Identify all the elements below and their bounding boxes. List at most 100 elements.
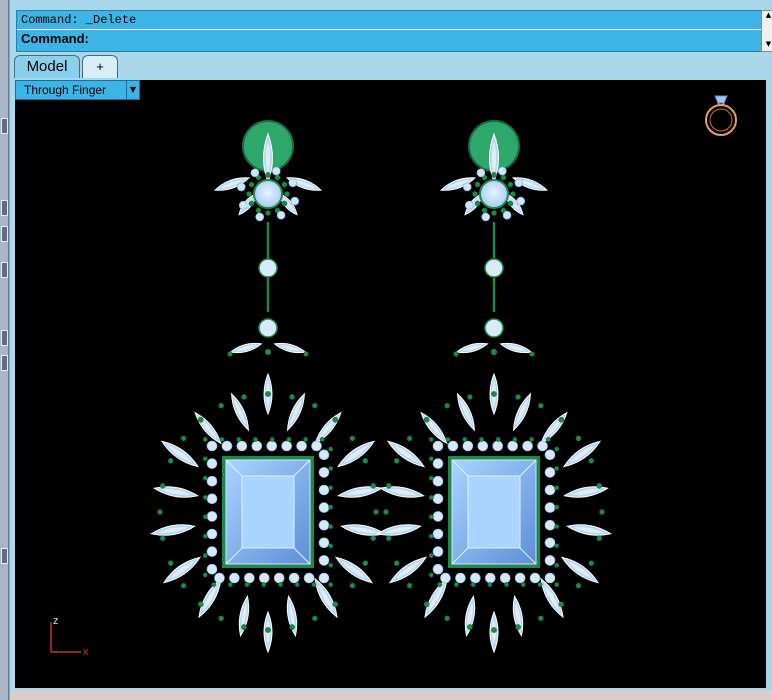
prong-bead <box>362 457 369 464</box>
panel-handle[interactable] <box>1 548 8 564</box>
prong-bead <box>558 416 565 423</box>
halo-stone <box>537 440 548 452</box>
prong-bead <box>328 582 334 588</box>
halo-stone <box>221 440 233 452</box>
accent-stone <box>514 178 524 188</box>
halo-stone <box>206 440 218 452</box>
halo-stone <box>318 467 330 478</box>
prong-bead <box>246 191 252 197</box>
marquise-stone <box>286 392 306 432</box>
prong-bead <box>244 582 250 588</box>
command-area[interactable]: Command: _Delete Command: ▲ ▼ <box>16 10 772 52</box>
prong-bead <box>596 535 603 542</box>
prong-bead <box>444 615 450 622</box>
halo-stone <box>544 449 556 461</box>
prong-bead <box>202 475 208 481</box>
prong-bead <box>159 535 166 542</box>
command-divider <box>17 29 762 30</box>
prong-bead <box>512 436 518 442</box>
prong-bead <box>312 402 318 409</box>
marquise-highlight <box>544 584 560 612</box>
halo-stone <box>522 440 533 452</box>
earring-right <box>376 120 612 654</box>
add-tab-button[interactable]: + <box>82 55 118 78</box>
panel-handle[interactable] <box>1 118 8 134</box>
earring-left <box>150 120 386 654</box>
marquise-stone <box>388 556 428 584</box>
halo-stone <box>251 440 263 452</box>
prong-bead <box>202 514 208 520</box>
panel-handle[interactable] <box>1 355 8 371</box>
prong-bead <box>227 582 233 588</box>
marquise-stone <box>286 594 298 638</box>
prong-bead <box>507 200 514 207</box>
accent-stone <box>271 166 281 176</box>
prong-bead <box>406 582 413 589</box>
prong-bead <box>470 582 476 588</box>
marquise-stone <box>273 342 307 354</box>
tab-model[interactable]: Model <box>14 55 80 78</box>
halo-stone <box>477 440 489 452</box>
prong-bead <box>504 582 509 588</box>
marquise-stone <box>512 594 524 638</box>
marquise-stone <box>376 524 422 536</box>
prong-bead <box>241 624 247 630</box>
prong-bead <box>219 436 225 442</box>
marquise-stone <box>439 177 477 191</box>
marquise-stone <box>340 524 386 536</box>
halo-stone <box>206 475 218 487</box>
axis-z-label: z <box>53 615 59 627</box>
prong-bead <box>328 562 334 568</box>
prong-bead <box>554 543 560 549</box>
scroll-up-icon[interactable]: ▲ <box>762 11 772 20</box>
panel-handle[interactable] <box>1 226 8 242</box>
command-prompt[interactable]: Command: <box>21 31 89 46</box>
marquise-highlight <box>428 584 444 612</box>
prong-bead <box>495 436 501 442</box>
prong-bead <box>261 582 267 588</box>
scroll-down-icon[interactable]: ▼ <box>762 40 772 49</box>
prong-bead <box>265 391 271 397</box>
prong-bead <box>575 582 582 589</box>
accent-stone <box>462 182 472 192</box>
command-scrollbar[interactable]: ▲ ▼ <box>761 10 772 52</box>
prong-bead <box>167 560 174 567</box>
prong-bead <box>481 207 488 214</box>
ring-icon[interactable] <box>705 95 737 136</box>
accent-stone <box>502 210 512 220</box>
prong-bead <box>588 560 595 567</box>
prong-bead <box>453 582 459 588</box>
prong-bead <box>423 416 430 423</box>
halo-stone <box>303 572 315 584</box>
prong-bead <box>202 572 208 578</box>
panel-handle[interactable] <box>1 330 8 346</box>
prong-bead <box>197 416 204 423</box>
prong-bead <box>393 457 400 464</box>
prong-bead <box>264 348 272 356</box>
main-window: Command: _Delete Command: ▲ ▼ Model + Th… <box>9 0 772 700</box>
panel-handle[interactable] <box>1 262 8 278</box>
accent-stone <box>481 212 491 222</box>
prong-bead <box>472 191 478 197</box>
halo-stone <box>214 572 225 584</box>
halo-stone <box>447 440 459 452</box>
prong-bead <box>265 627 271 633</box>
prong-bead <box>328 465 334 471</box>
accent-stone <box>238 200 248 210</box>
prong-bead <box>588 457 595 464</box>
prong-bead <box>255 207 262 214</box>
panel-handle[interactable] <box>1 200 8 216</box>
prong-bead <box>373 509 379 515</box>
prong-bead <box>428 553 434 559</box>
halo-stone <box>432 546 444 557</box>
prong-bead <box>515 394 521 400</box>
viewport-canvas[interactable]: Through Finger ▼ z x <box>15 80 766 688</box>
prong-bead <box>328 504 334 510</box>
halo-stone <box>318 519 330 531</box>
center-round-stone <box>479 179 509 209</box>
halo-stone <box>492 440 504 452</box>
link-stone <box>484 258 504 278</box>
status-strip <box>10 690 772 700</box>
link-stone <box>258 318 278 338</box>
prong-bead <box>423 601 430 608</box>
